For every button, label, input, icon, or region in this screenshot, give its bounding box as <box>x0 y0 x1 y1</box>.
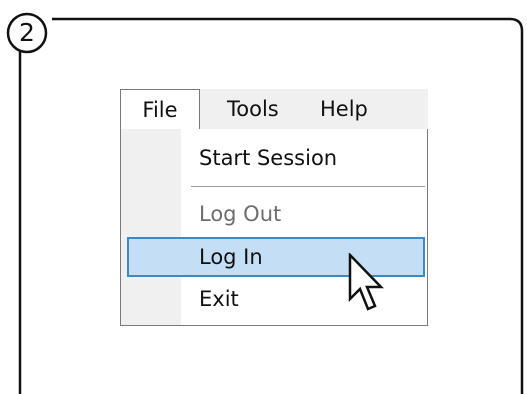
menu-item-log-in-label: Log In <box>199 245 263 269</box>
menu-item-start-session[interactable]: Start Session <box>199 143 337 173</box>
menu-help[interactable]: Help <box>320 89 368 129</box>
arrow-pointer-icon <box>348 253 384 311</box>
menu-separator <box>191 186 425 187</box>
menu-item-log-out: Log Out <box>199 202 282 226</box>
menu-icon-gutter <box>121 129 181 325</box>
tutorial-step-panel: 2 File Tools Help Start Session Log Out … <box>0 0 527 394</box>
menu-item-exit[interactable]: Exit <box>199 284 239 314</box>
step-number: 2 <box>19 18 35 47</box>
menu-bar: File Tools Help <box>120 89 428 130</box>
menu-tools[interactable]: Tools <box>227 89 279 129</box>
menu-file[interactable]: File <box>120 89 200 130</box>
